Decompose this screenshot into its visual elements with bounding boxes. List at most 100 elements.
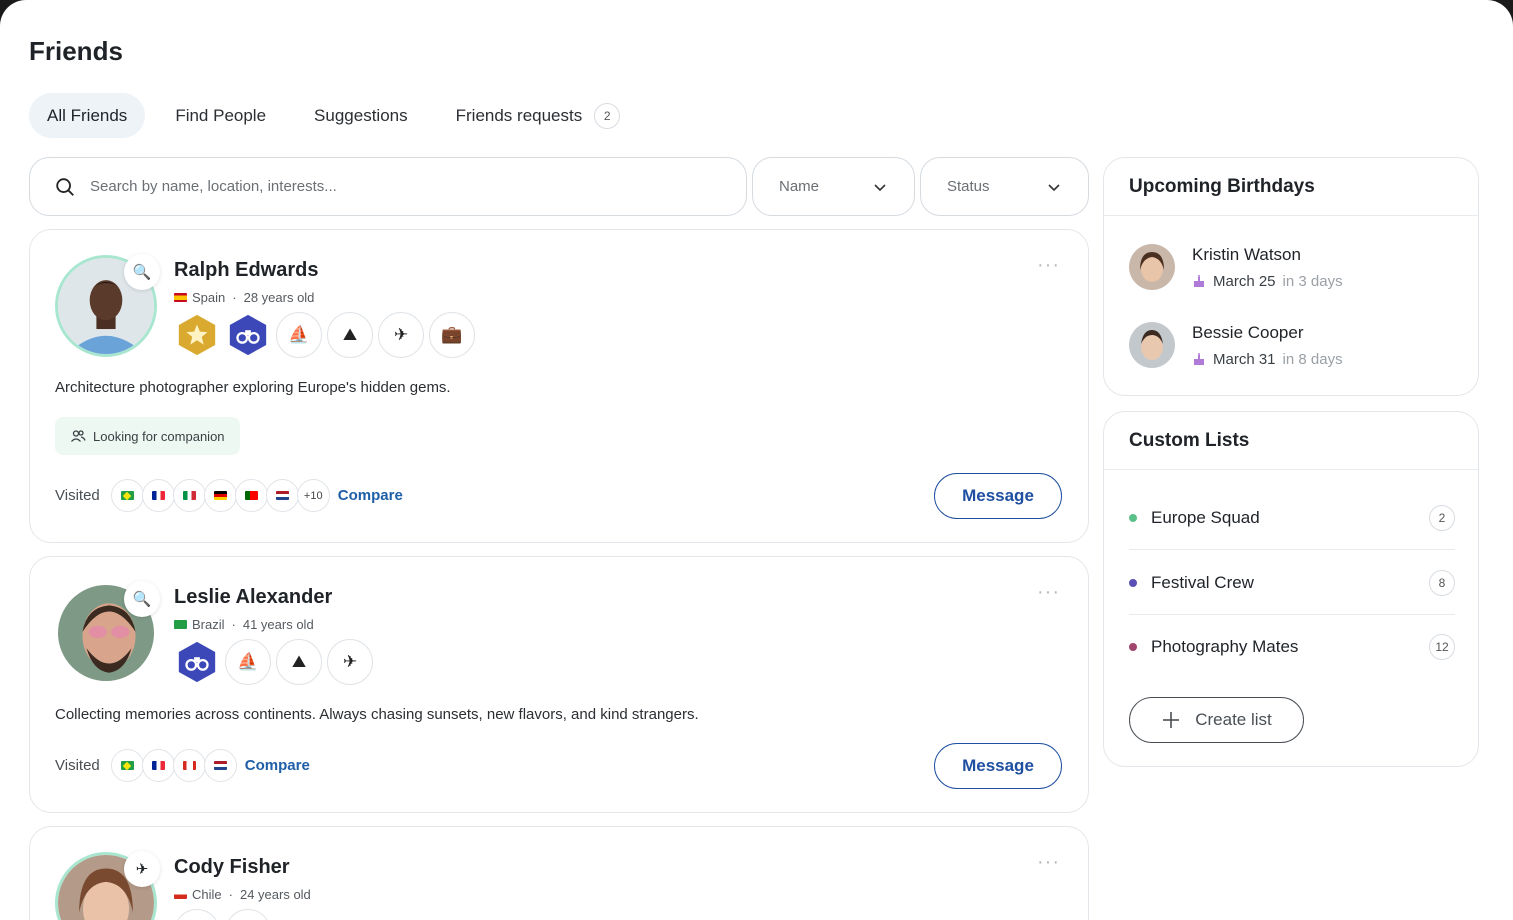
name-filter-select[interactable]: Name: [752, 157, 915, 216]
more-options-icon[interactable]: ···: [1037, 254, 1060, 277]
create-list-button[interactable]: Create list: [1129, 697, 1304, 743]
visited-label: Visited: [55, 757, 100, 774]
brazil-flag-icon: [174, 620, 187, 629]
badge-circle[interactable]: [225, 909, 271, 920]
portugal-flag-icon[interactable]: [234, 479, 268, 512]
briefcase-icon[interactable]: 💼: [429, 312, 475, 358]
visited-label: Visited: [55, 487, 100, 504]
tab-all-friends[interactable]: All Friends: [29, 93, 146, 138]
brazil-flag-icon[interactable]: [110, 479, 144, 512]
compare-link[interactable]: Compare: [338, 487, 403, 504]
tab-find-people[interactable]: Find People: [157, 93, 284, 138]
friend-card: 🔍 Ralph Edwards Spain · 28 years old ···…: [29, 229, 1089, 543]
avatar[interactable]: ✈: [55, 851, 160, 920]
separator: ·: [232, 290, 237, 305]
friend-meta: Brazil · 41 years old: [174, 617, 314, 632]
search-icon: 🔍: [124, 581, 160, 617]
italy-flag-icon[interactable]: [172, 479, 206, 512]
list-name: Festival Crew: [1151, 572, 1254, 592]
chevron-down-icon: [874, 183, 886, 191]
friend-name[interactable]: Leslie Alexander: [174, 586, 332, 609]
avatar[interactable]: 🔍: [55, 581, 160, 684]
france-flag-icon[interactable]: [141, 749, 175, 782]
list-name: Europe Squad: [1151, 507, 1260, 527]
search-box[interactable]: [29, 157, 747, 216]
chile-flag-icon: [174, 890, 187, 899]
spain-flag-icon: [174, 293, 187, 302]
status-filter-select[interactable]: Status: [920, 157, 1089, 216]
status-badge-label: Looking for companion: [93, 428, 225, 444]
list-color-dot: [1129, 578, 1137, 587]
cake-icon: [1194, 275, 1204, 287]
more-options-icon[interactable]: ···: [1037, 851, 1060, 874]
create-list-label: Create list: [1195, 710, 1272, 729]
message-button[interactable]: Message: [934, 743, 1062, 789]
chevron-down-icon: [1048, 183, 1060, 191]
more-options-icon[interactable]: ···: [1037, 581, 1060, 604]
friend-name[interactable]: Cody Fisher: [174, 856, 290, 879]
netherlands-flag-icon[interactable]: [265, 479, 299, 512]
airplane-icon[interactable]: ✈: [378, 312, 424, 358]
tab-suggestions[interactable]: Suggestions: [296, 93, 426, 138]
brazil-flag-icon[interactable]: [110, 749, 144, 782]
users-icon: [71, 430, 86, 442]
search-input[interactable]: [90, 178, 690, 195]
tab-label: Suggestions: [314, 105, 408, 125]
friends-page: Friends All Friends Find People Suggesti…: [0, 0, 1513, 920]
birthday-name: Kristin Watson: [1192, 244, 1301, 264]
birthday-details: Kristin Watson March 25 in 3 days: [1192, 245, 1343, 290]
tabs-bar: All Friends Find People Suggestions Frie…: [29, 93, 650, 138]
friend-name[interactable]: Ralph Edwards: [174, 259, 318, 282]
visited-more-count[interactable]: +10: [296, 479, 330, 512]
birthday-item[interactable]: Bessie Cooper March 31 in 8 days: [1129, 322, 1343, 368]
birthday-item[interactable]: Kristin Watson March 25 in 3 days: [1129, 244, 1343, 290]
message-button[interactable]: Message: [934, 473, 1062, 519]
friend-meta: Spain · 28 years old: [174, 290, 314, 305]
avatar[interactable]: 🔍: [55, 254, 160, 357]
france-flag-icon[interactable]: [141, 479, 175, 512]
binoculars-badge-icon[interactable]: [225, 312, 271, 358]
list-item-europe-squad[interactable]: Europe Squad 2: [1129, 486, 1455, 550]
airplane-icon[interactable]: ✈: [327, 639, 373, 685]
compare-link[interactable]: Compare: [245, 757, 310, 774]
list-count-badge: 8: [1429, 569, 1455, 596]
badges-row: [174, 909, 276, 920]
badge-circle[interactable]: [174, 909, 220, 920]
visited-row: Visited Compare: [55, 749, 310, 782]
birthday-name: Bessie Cooper: [1192, 322, 1304, 342]
visited-row: Visited +10 Compare: [55, 479, 403, 512]
canada-flag-icon[interactable]: [172, 749, 206, 782]
gold-star-badge-icon[interactable]: [174, 312, 220, 358]
sailboat-icon[interactable]: ⛵: [276, 312, 322, 358]
list-color-dot: [1129, 513, 1137, 522]
mountain-icon[interactable]: ⛰: [276, 639, 322, 685]
tab-label: All Friends: [47, 105, 128, 125]
airplane-icon: ✈: [124, 851, 160, 887]
search-icon: 🔍: [124, 254, 160, 290]
friend-bio: Architecture photographer exploring Euro…: [55, 379, 451, 396]
germany-flag-icon[interactable]: [203, 479, 237, 512]
tab-friends-requests[interactable]: Friends requests 2: [438, 93, 639, 138]
custom-lists-panel: Custom Lists Europe Squad 2 Festival Cre…: [1103, 411, 1479, 767]
tab-label: Find People: [175, 105, 267, 125]
list-item-festival-crew[interactable]: Festival Crew 8: [1129, 551, 1455, 615]
tab-label: Friends requests: [455, 105, 583, 125]
friend-age: 24 years old: [239, 887, 311, 902]
list-color-dot: [1129, 643, 1137, 651]
list-name: Photography Mates: [1151, 637, 1299, 656]
birthday-details: Bessie Cooper March 31 in 8 days: [1192, 323, 1343, 368]
mountain-icon[interactable]: ⛰: [327, 312, 373, 358]
birthday-date: March 25 in 3 days: [1192, 273, 1343, 290]
list-item-photography-mates[interactable]: Photography Mates 12: [1129, 615, 1455, 679]
binoculars-badge-icon[interactable]: [174, 639, 220, 685]
birthdays-title: Upcoming Birthdays: [1104, 158, 1478, 216]
separator: ·: [231, 617, 236, 632]
birthday-date: March 31 in 8 days: [1192, 351, 1343, 368]
sailboat-icon[interactable]: ⛵: [225, 639, 271, 685]
birthday-in-days: in 8 days: [1282, 350, 1343, 368]
birthday-in-days: in 3 days: [1282, 272, 1343, 290]
friend-card: ✈ Cody Fisher Chile · 24 years old ···: [29, 826, 1089, 920]
page-title: Friends: [29, 36, 123, 66]
list-count-badge: 2: [1429, 504, 1455, 531]
netherlands-flag-icon[interactable]: [203, 749, 237, 782]
